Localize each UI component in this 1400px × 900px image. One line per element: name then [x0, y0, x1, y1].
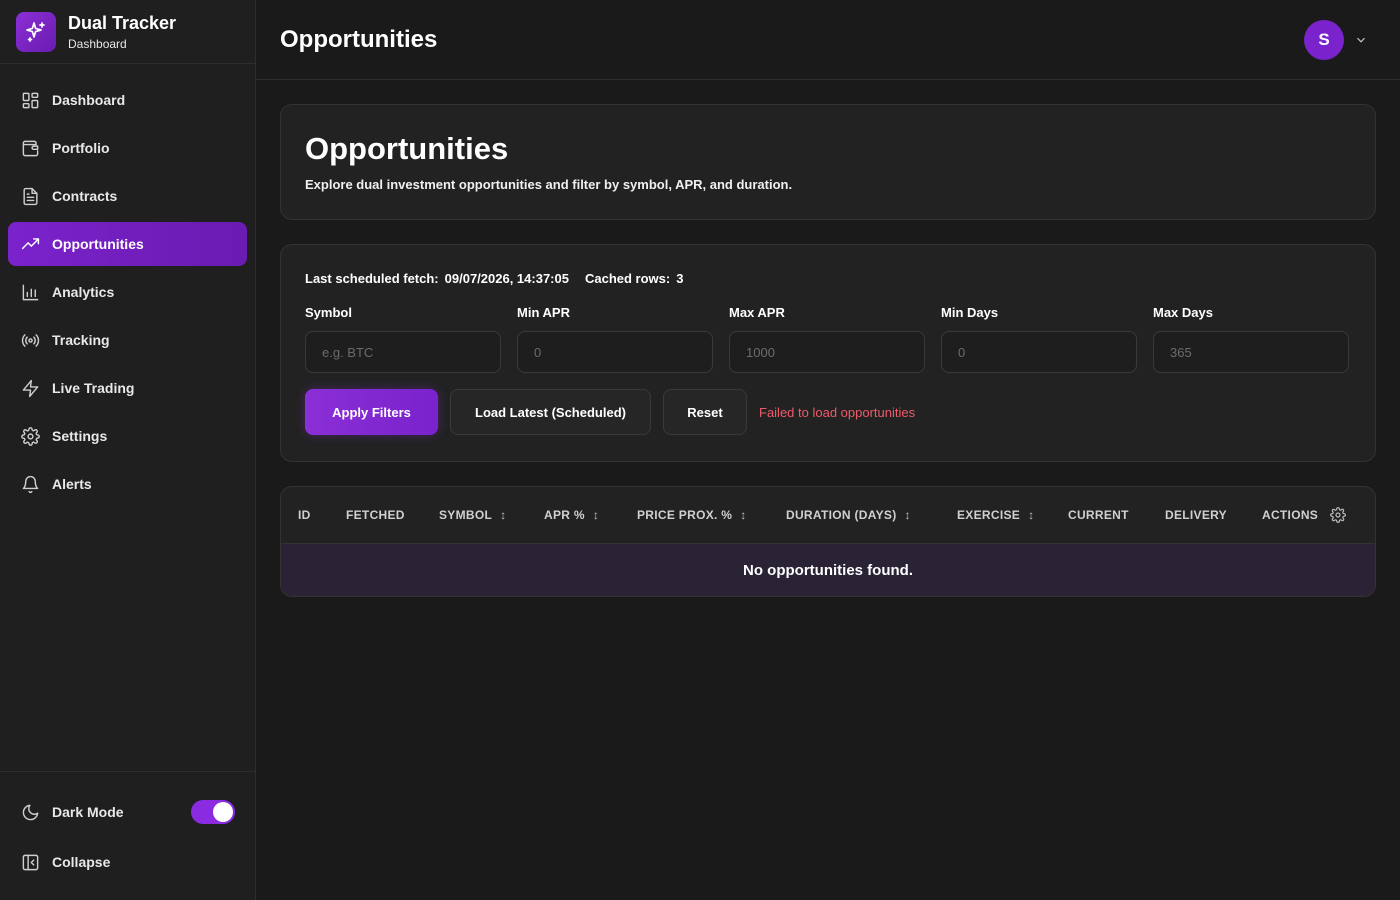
sidebar-item-label: Analytics [52, 284, 115, 300]
empty-state: No opportunities found. [281, 544, 1375, 596]
apply-filters-button[interactable]: Apply Filters [305, 389, 438, 435]
gear-icon[interactable] [1330, 507, 1346, 523]
sidebar-item-label: Dashboard [52, 92, 126, 108]
page-title: Opportunities [280, 25, 438, 53]
column-header-id[interactable]: ID [298, 508, 311, 522]
sidebar-footer: Dark Mode Collapse [0, 771, 255, 886]
sidebar-item-label: Settings [52, 428, 108, 444]
sidebar-item-contracts[interactable]: Contracts [8, 174, 247, 218]
reset-button[interactable]: Reset [663, 389, 747, 435]
moon-icon [20, 802, 40, 822]
column-header-fetched[interactable]: FETCHED [346, 508, 405, 522]
column-header-duration[interactable]: DURATION (DAYS) ↕ [786, 508, 911, 522]
dark-mode-row: Dark Mode [0, 788, 255, 836]
sidebar-item-settings[interactable]: Settings [8, 414, 247, 458]
sort-icon: ↕ [904, 508, 911, 522]
opportunities-table: ID FETCHED SYMBOL ↕ APR % ↕ PRICE PROX. % ↕… [280, 486, 1376, 597]
user-menu[interactable]: S [1304, 20, 1368, 60]
column-header-exercise[interactable]: EXERCISE ↕ [957, 508, 1034, 522]
column-header-apr[interactable]: APR % ↕ [544, 508, 599, 522]
sort-icon: ↕ [740, 508, 747, 522]
sidebar-item-label: Contracts [52, 188, 118, 204]
min-apr-label: Min APR [517, 305, 570, 320]
max-days-field: Max Days [1153, 305, 1349, 373]
sort-icon: ↕ [500, 508, 507, 522]
sidebar-item-label: Portfolio [52, 140, 110, 156]
sparkles-icon [16, 11, 56, 52]
intro-description: Explore dual investment opportunities an… [305, 177, 793, 192]
min-apr-input[interactable] [517, 331, 713, 373]
sidebar-item-dashboard[interactable]: Dashboard [8, 78, 247, 122]
filters-card: Last scheduled fetch: 09/07/2026, 14:37:0… [280, 244, 1376, 462]
sidebar-item-live-trading[interactable]: Live Trading [8, 366, 247, 410]
app-subtitle: Dashboard [68, 36, 127, 51]
error-message: Failed to load opportunities [759, 404, 916, 420]
min-apr-field: Min APR [517, 305, 713, 373]
sidebar-item-portfolio[interactable]: Portfolio [8, 126, 247, 170]
max-days-label: Max Days [1153, 305, 1213, 320]
sidebar: Dual Tracker Dashboard Dashboard Portfol… [0, 0, 256, 900]
app-title: Dual Tracker [68, 12, 177, 33]
fetch-value: 09/07/2026, 14:37:05 [444, 271, 569, 286]
dark-mode-label: Dark Mode [52, 804, 124, 820]
cached-label: Cached rows: [584, 271, 671, 286]
min-days-input[interactable] [941, 331, 1137, 373]
max-days-input[interactable] [1153, 331, 1349, 373]
document-icon [20, 186, 40, 206]
broadcast-icon [20, 330, 40, 350]
sidebar-item-alerts[interactable]: Alerts [8, 462, 247, 506]
cached-value: 3 [676, 271, 684, 286]
table-header: ID FETCHED SYMBOL ↕ APR % ↕ PRICE PROX. % ↕… [281, 487, 1375, 544]
symbol-field: Symbol [305, 305, 501, 373]
chevron-down-icon [1354, 33, 1368, 47]
brand: Dual Tracker Dashboard [0, 0, 255, 64]
sort-icon: ↕ [592, 508, 600, 522]
symbol-input[interactable] [305, 331, 501, 373]
intro-card: Opportunities Explore dual investment op… [280, 104, 1376, 220]
sort-icon: ↕ [1028, 508, 1035, 522]
sidebar-item-analytics[interactable]: Analytics [8, 270, 247, 314]
intro-title: Opportunities [305, 131, 509, 166]
max-apr-field: Max APR [729, 305, 925, 373]
sidebar-item-tracking[interactable]: Tracking [8, 318, 247, 362]
panel-collapse-icon [20, 852, 40, 872]
wallet-icon [20, 138, 40, 158]
collapse-button[interactable]: Collapse [0, 838, 255, 886]
min-days-field: Min Days [941, 305, 1137, 373]
trending-up-icon [20, 234, 40, 254]
bar-chart-icon [20, 282, 40, 302]
column-header-symbol[interactable]: SYMBOL ↕ [439, 508, 506, 522]
min-days-label: Min Days [941, 305, 999, 320]
sidebar-item-label: Alerts [52, 476, 92, 492]
sidebar-item-opportunities[interactable]: Opportunities [8, 222, 247, 266]
grid-icon [20, 90, 40, 110]
sidebar-nav: Dashboard Portfolio Contracts Opportunit… [8, 78, 247, 510]
sidebar-item-label: Tracking [52, 332, 110, 348]
toggle-knob [213, 802, 233, 822]
sidebar-item-label: Live Trading [52, 380, 135, 396]
load-latest-button[interactable]: Load Latest (Scheduled) [450, 389, 651, 435]
max-apr-label: Max APR [729, 305, 785, 320]
max-apr-input[interactable] [729, 331, 925, 373]
column-header-current: CURRENT [1068, 508, 1129, 522]
column-header-delivery: DELIVERY [1165, 508, 1227, 522]
gear-icon [20, 426, 40, 446]
lightning-icon [20, 378, 40, 398]
column-header-price-prox[interactable]: PRICE PROX. % ↕ [637, 508, 747, 522]
fetch-status: Last scheduled fetch: 09/07/2026, 14:37:0… [305, 269, 1351, 289]
bell-icon [20, 474, 40, 494]
filter-actions: Apply Filters Load Latest (Scheduled) Re… [305, 389, 1351, 435]
sidebar-item-label: Opportunities [52, 236, 144, 252]
column-header-actions: ACTIONS [1262, 507, 1346, 523]
avatar[interactable]: S [1304, 20, 1344, 60]
top-header: Opportunities S [256, 0, 1400, 80]
dark-mode-toggle[interactable] [191, 800, 235, 824]
symbol-label: Symbol [305, 305, 352, 320]
filter-fields: Symbol Min APR Max APR Min Days Max Days [305, 305, 1351, 373]
collapse-label: Collapse [52, 854, 111, 870]
fetch-label: Last scheduled fetch: [305, 271, 439, 286]
